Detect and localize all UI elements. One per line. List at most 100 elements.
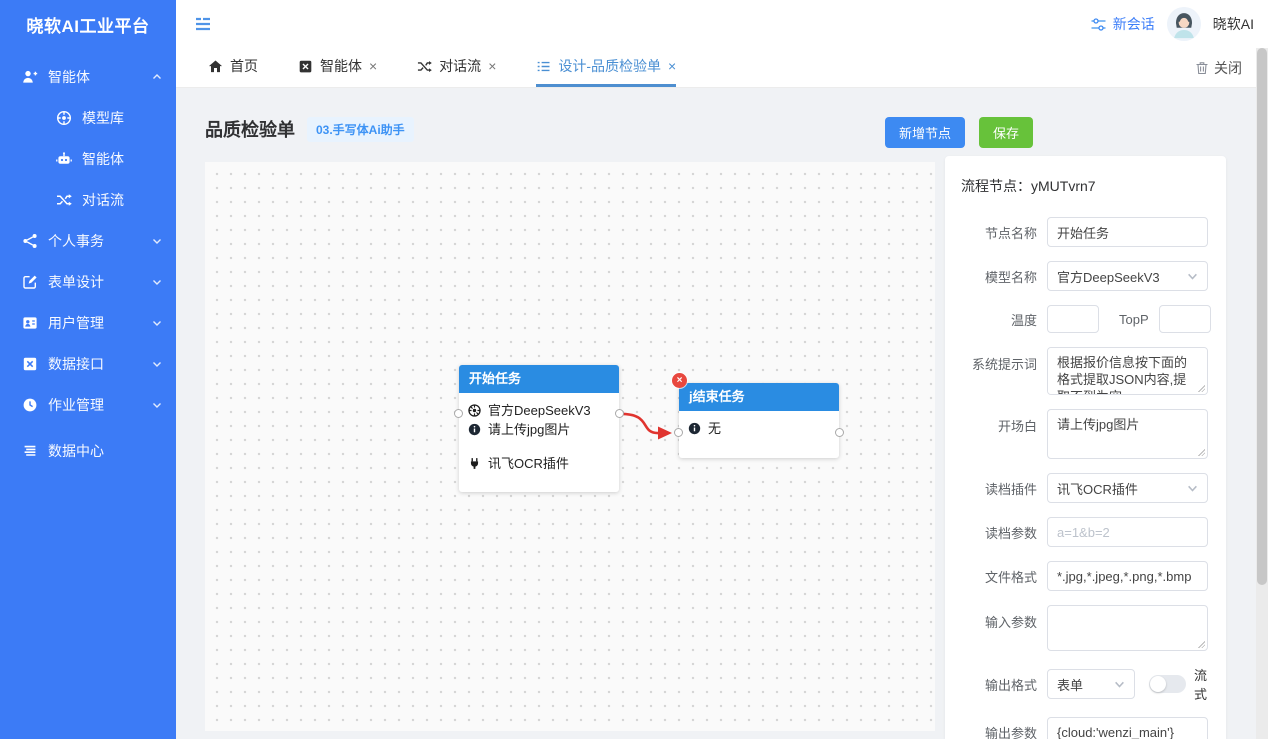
sidebar-menu: 智能体 模型库 智能体 对话流 [0, 54, 176, 471]
doc-params-input[interactable] [1047, 517, 1208, 547]
node-row-text: 无 [708, 419, 721, 438]
field-doc-plugin: 读档插件 讯飞OCR插件 [961, 473, 1208, 503]
field-system-prompt: 系统提示词 根据报价信息按下面的格式提取JSON内容,提取不到为空。 [961, 347, 1208, 395]
edit-icon [22, 274, 38, 290]
field-node-name: 节点名称 [961, 217, 1208, 247]
sidebar-item-label: 表单设计 [48, 272, 104, 292]
sidebar-item-data-interface[interactable]: 数据接口 [0, 343, 176, 384]
tab-close-icon[interactable]: × [488, 59, 496, 73]
page-title: 品质检验单 [205, 116, 295, 142]
collapse-menu-icon[interactable] [194, 15, 212, 33]
scrollbar-thumb[interactable] [1257, 48, 1267, 585]
data-interface-icon [22, 356, 38, 372]
list-icon [536, 59, 551, 74]
system-prompt-textarea[interactable]: 根据报价信息按下面的格式提取JSON内容,提取不到为空。 [1047, 347, 1208, 395]
assistant-badge: 03.手写体Ai助手 [307, 117, 414, 142]
app-root: 晓软AI工业平台 智能体 模型库 智能体 [0, 0, 1268, 739]
tab-home[interactable]: 首页 [208, 48, 258, 87]
flow-canvas[interactable]: 开始任务 官方DeepSeekV3 请上传jpg图片 讯飞OCR插件 [205, 162, 935, 731]
sidebar-item-personal[interactable]: 个人事务 [0, 220, 176, 261]
doc-plugin-select[interactable]: 讯飞OCR插件 [1047, 473, 1208, 503]
info-icon [688, 422, 701, 435]
home-icon [208, 59, 223, 74]
plug-icon [468, 457, 481, 470]
field-label: 输出参数 [961, 723, 1037, 739]
model-icon [56, 110, 72, 126]
data-center-icon [22, 443, 38, 459]
sidebar-item-agents[interactable]: 智能体 [0, 56, 176, 97]
chevron-down-icon [1187, 483, 1198, 494]
tab-agents[interactable]: 智能体 × [298, 48, 377, 87]
model-name-select[interactable]: 官方DeepSeekV3 [1047, 261, 1208, 291]
node-row-text: 讯飞OCR插件 [488, 454, 569, 473]
topbar-right: 新会话 晓软AI [1090, 7, 1268, 41]
field-label: 节点名称 [961, 223, 1037, 242]
new-session-button[interactable]: 新会话 [1090, 14, 1155, 34]
node-row-opening: 请上传jpg图片 [468, 420, 610, 439]
sidebar-item-agent[interactable]: 智能体 [0, 138, 176, 179]
output-port[interactable] [835, 428, 844, 437]
file-format-input[interactable] [1047, 561, 1208, 591]
field-opening: 开场白 请上传jpg图片 [961, 409, 1208, 459]
sidebar-item-form-design[interactable]: 表单设计 [0, 261, 176, 302]
tab-label: 对话流 [439, 56, 481, 76]
username[interactable]: 晓软AI [1213, 14, 1254, 34]
shuffle-icon [56, 192, 72, 208]
node-name-input[interactable] [1047, 217, 1208, 247]
field-label: 读档插件 [961, 479, 1037, 498]
node-row-plugin: 讯飞OCR插件 [468, 454, 610, 473]
delete-node-icon[interactable]: × [672, 373, 687, 388]
tab-chatflow[interactable]: 对话流 × [417, 48, 496, 87]
output-format-select[interactable]: 表单 [1047, 669, 1135, 699]
chevron-down-icon [152, 315, 162, 331]
panel-header: 流程节点：yMUTvrn7 [961, 176, 1208, 196]
chevron-down-icon [152, 233, 162, 249]
tabbar: 首页 智能体 × 对话流 × 设计-品质检验单 × 关闭 [176, 48, 1256, 88]
save-button[interactable]: 保存 [979, 117, 1033, 148]
node-title[interactable]: j结束任务 [679, 383, 839, 411]
chevron-up-icon [152, 69, 162, 85]
node-row-model: 官方DeepSeekV3 [468, 401, 610, 420]
close-all-button[interactable]: 关闭 [1195, 48, 1256, 87]
node-title[interactable]: 开始任务 [459, 365, 619, 393]
node-body: 官方DeepSeekV3 请上传jpg图片 讯飞OCR插件 [459, 393, 619, 483]
selected-value: 讯飞OCR插件 [1057, 479, 1187, 498]
sidebar-item-data-center[interactable]: 数据中心 [0, 430, 176, 471]
avatar[interactable] [1167, 7, 1201, 41]
sidebar-item-label: 个人事务 [48, 231, 104, 251]
selected-value: 表单 [1057, 675, 1114, 694]
shuffle-icon [417, 59, 432, 74]
temperature-input[interactable] [1047, 305, 1099, 333]
user-plus-icon [22, 69, 38, 85]
stream-toggle[interactable] [1149, 675, 1186, 693]
sidebar-item-label: 对话流 [82, 190, 124, 210]
trash-icon [1195, 61, 1209, 75]
sidebar-item-job-management[interactable]: 作业管理 [0, 384, 176, 425]
input-port[interactable] [674, 428, 683, 437]
field-label: 开场白 [961, 409, 1037, 435]
add-node-button[interactable]: 新增节点 [885, 117, 965, 148]
tab-close-icon[interactable]: × [668, 59, 676, 73]
stream-toggle-label: 流式 [1194, 665, 1208, 703]
clock-icon [22, 397, 38, 413]
input-port[interactable] [454, 409, 463, 418]
chevron-down-icon [1187, 271, 1198, 282]
page-scrollbar[interactable] [1256, 48, 1268, 739]
input-params-textarea[interactable] [1047, 605, 1208, 651]
sidebar-item-chatflow[interactable]: 对话流 [0, 179, 176, 220]
output-params-input[interactable] [1047, 717, 1208, 739]
node-properties-panel: 流程节点：yMUTvrn7 节点名称 模型名称 官方DeepSeekV3 温度 … [945, 156, 1226, 739]
flow-node-start-task[interactable]: 开始任务 官方DeepSeekV3 请上传jpg图片 讯飞OCR插件 [459, 365, 619, 492]
tab-design-quality-form[interactable]: 设计-品质检验单 × [536, 48, 676, 87]
sidebar-item-label: 用户管理 [48, 313, 104, 333]
topp-input[interactable] [1159, 305, 1211, 333]
sidebar-item-label: 作业管理 [48, 395, 104, 415]
field-label: 系统提示词 [961, 347, 1037, 373]
flow-node-end-task[interactable]: × j结束任务 无 [679, 383, 839, 458]
model-icon [468, 404, 481, 417]
sidebar-item-model-library[interactable]: 模型库 [0, 97, 176, 138]
sidebar-item-user-management[interactable]: 用户管理 [0, 302, 176, 343]
opening-textarea[interactable]: 请上传jpg图片 [1047, 409, 1208, 459]
tab-close-icon[interactable]: × [369, 59, 377, 73]
output-port[interactable] [615, 409, 624, 418]
